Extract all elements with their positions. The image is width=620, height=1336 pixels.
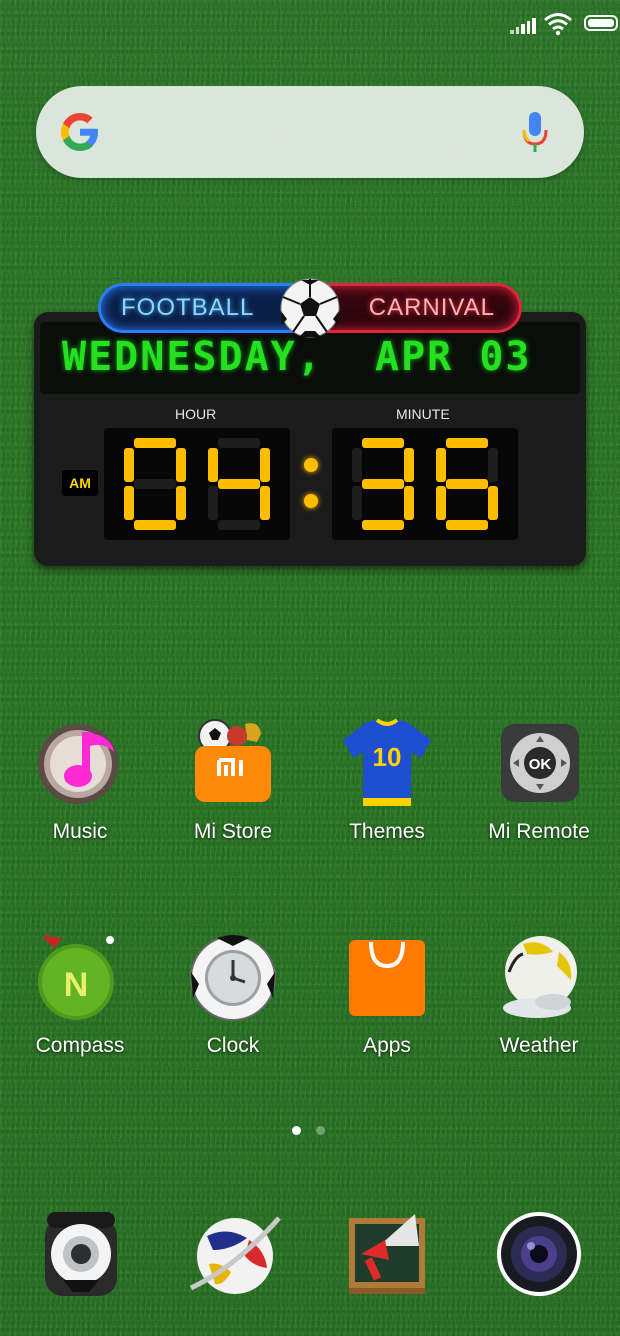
clock-icon	[187, 932, 279, 1024]
app-label: Compass	[35, 1034, 125, 1057]
svg-text:N: N	[64, 966, 89, 1004]
digit-segment-d	[134, 520, 176, 530]
hour-digits-display	[124, 438, 270, 530]
wifi-icon	[544, 13, 572, 36]
weather-ball-icon	[493, 932, 585, 1024]
microphone-icon[interactable]	[520, 108, 550, 158]
digit-segment-b	[176, 448, 186, 482]
app-mi-remote[interactable]: OK Mi Remote	[462, 718, 616, 844]
shopping-bag-icon	[341, 932, 433, 1024]
digit-segment-b	[404, 448, 414, 482]
digit-segment-e	[208, 486, 218, 520]
soccer-ball-icon	[280, 278, 340, 338]
time-colon	[304, 458, 318, 518]
minute-digits-display	[352, 438, 498, 530]
dock-camera[interactable]	[462, 1206, 616, 1302]
digit-segment-f	[124, 448, 134, 482]
music-icon	[34, 718, 126, 810]
app-themes[interactable]: 10 Themes	[310, 718, 464, 844]
digit-segment-g	[134, 479, 176, 489]
themes-jersey-icon: 10	[341, 718, 433, 810]
digit-segment-c	[176, 486, 186, 520]
digit-segment-a	[446, 438, 488, 448]
browser-ball-icon	[187, 1206, 283, 1302]
app-label: Mi Store	[193, 820, 273, 843]
digit-segment-f	[208, 448, 218, 482]
app-label: Weather	[499, 1034, 579, 1057]
app-label: Apps	[363, 1034, 411, 1057]
digit-segment-c	[488, 486, 498, 520]
signal-icon	[510, 18, 536, 34]
minute-label: MINUTE	[396, 406, 450, 422]
digit-segment-e	[352, 486, 362, 520]
app-label: Music	[52, 820, 108, 843]
compass-icon: N	[34, 927, 126, 1024]
digit-segment-d	[362, 520, 404, 530]
digit-segment-a	[134, 438, 176, 448]
digit-segment-c	[404, 486, 414, 520]
status-bar	[0, 10, 620, 40]
page-dot-active[interactable]	[292, 1126, 301, 1135]
app-apps[interactable]: Apps	[310, 932, 464, 1058]
digit-segment-a	[362, 438, 404, 448]
mi-store-icon	[187, 718, 279, 810]
remote-ok-icon: OK	[493, 718, 585, 810]
app-clock[interactable]: Clock	[156, 932, 310, 1058]
page-dot[interactable]	[316, 1126, 325, 1135]
digit-segment-a	[218, 438, 260, 448]
digit-segment-d	[218, 520, 260, 530]
app-music[interactable]: Music	[3, 718, 157, 844]
app-weather[interactable]: Weather	[462, 932, 616, 1058]
page-indicator[interactable]	[292, 1126, 332, 1136]
scoreboard[interactable]: WEDNESDAY, APR 03 HOUR MINUTE AM	[34, 312, 586, 566]
digit-segment-e	[436, 486, 446, 520]
app-label: Mi Remote	[488, 820, 590, 843]
google-logo-icon	[61, 113, 98, 151]
digit-segment-g	[362, 479, 404, 489]
digit-segment-b	[260, 448, 270, 482]
date-text: WEDNESDAY, APR 03	[62, 334, 532, 380]
digit-segment-e	[124, 486, 134, 520]
hour-digits	[104, 428, 290, 540]
ampm-badge: AM	[62, 470, 98, 496]
dock-phone[interactable]	[4, 1206, 158, 1302]
digit-segment-g	[218, 479, 260, 489]
phone-icon	[33, 1206, 129, 1302]
digit-segment-f	[436, 448, 446, 482]
digit-segment-g	[446, 479, 488, 489]
camera-icon	[491, 1206, 587, 1302]
dock-browser[interactable]	[158, 1206, 312, 1302]
app-label: Clock	[206, 1034, 260, 1057]
messages-board-icon	[339, 1206, 435, 1302]
digit-segment-c	[260, 486, 270, 520]
svg-text:10: 10	[373, 742, 402, 772]
battery-icon	[584, 15, 618, 31]
digit-segment-d	[446, 520, 488, 530]
app-label: Themes	[349, 820, 425, 843]
svg-text:OK: OK	[529, 756, 552, 773]
minute-digits	[332, 428, 518, 540]
google-search-bar[interactable]	[36, 86, 584, 178]
banner-football: FOOTBALL	[98, 283, 308, 333]
app-compass[interactable]: N Compass	[3, 927, 157, 1058]
digit-segment-b	[488, 448, 498, 482]
app-mi-store[interactable]: Mi Store	[156, 718, 310, 844]
dock-messages[interactable]	[310, 1206, 464, 1302]
digit-segment-f	[352, 448, 362, 482]
hour-label: HOUR	[175, 406, 217, 422]
